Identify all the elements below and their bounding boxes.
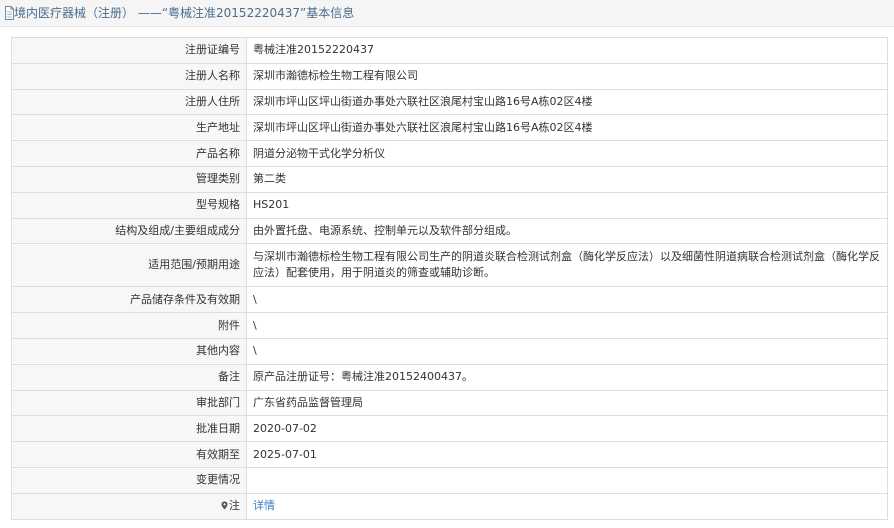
- table-row: 有效期至 2025-07-01: [11, 441, 888, 468]
- row-value: 2020-07-02: [246, 415, 888, 443]
- row-label: 产品名称: [11, 140, 247, 167]
- row-label: 变更情况: [11, 466, 247, 494]
- row-label: 备注: [11, 363, 247, 391]
- table-row: 型号规格 HS201: [11, 191, 888, 219]
- table-row: 审批部门 广东省药品监督管理局: [11, 389, 888, 417]
- row-value: 原产品注册证号：粤械注准20152400437。: [246, 363, 888, 391]
- row-value: 由外置托盘、电源系统、控制单元以及软件部分组成。: [246, 217, 888, 245]
- table-row: 附件 \: [11, 312, 888, 339]
- row-value: 与深圳市瀚德标检生物工程有限公司生产的阴道炎联合检测试剂盒（酶化学反应法）以及细…: [246, 243, 888, 288]
- page-title: 境内医疗器械（注册） ——“粤械注准20152220437”基本信息: [14, 6, 355, 20]
- row-label: 注册人住所: [11, 88, 247, 116]
- row-label: 结构及组成/主要组成成分: [11, 217, 247, 245]
- row-label: 型号规格: [11, 191, 247, 219]
- row-label: 管理类别: [11, 165, 247, 193]
- row-value: 广东省药品监督管理局: [246, 389, 888, 417]
- row-value: 阴道分泌物干式化学分析仪: [246, 140, 888, 167]
- table-row: 结构及组成/主要组成成分 由外置托盘、电源系统、控制单元以及软件部分组成。: [11, 217, 888, 245]
- row-value: 粤械注准20152220437: [246, 37, 888, 64]
- row-label: 生产地址: [11, 114, 247, 142]
- row-label: 批准日期: [11, 415, 247, 443]
- row-label: 审批部门: [11, 389, 247, 417]
- row-value: [246, 466, 888, 494]
- row-value: 2025-07-01: [246, 441, 888, 468]
- info-table: 注册证编号 粤械注准20152220437 注册人名称 深圳市瀚德标检生物工程有…: [11, 37, 888, 520]
- row-label: 适用范围/预期用途: [11, 243, 247, 288]
- pin-icon: [221, 501, 228, 510]
- row-label: 注册证编号: [11, 37, 247, 64]
- table-row: 管理类别 第二类: [11, 165, 888, 193]
- row-label: 有效期至: [11, 441, 247, 468]
- note-label: 注: [229, 499, 240, 513]
- row-value: \: [246, 286, 888, 314]
- info-table-body: 注册证编号 粤械注准20152220437 注册人名称 深圳市瀚德标检生物工程有…: [11, 37, 888, 520]
- table-row: 产品储存条件及有效期 \: [11, 286, 888, 314]
- row-value: HS201: [246, 191, 888, 219]
- row-value: 深圳市瀚德标检生物工程有限公司: [246, 62, 888, 90]
- note-value-cell: 详情: [246, 492, 888, 520]
- row-label: 产品储存条件及有效期: [11, 286, 247, 314]
- table-row: 生产地址 深圳市坪山区坪山街道办事处六联社区浪尾村宝山路16号A栋02区4楼: [11, 114, 888, 142]
- row-label: 其他内容: [11, 337, 247, 365]
- table-row: 产品名称 阴道分泌物干式化学分析仪: [11, 140, 888, 167]
- row-value: \: [246, 337, 888, 365]
- note-label-cell: 注: [11, 492, 247, 520]
- table-row: 注册人名称 深圳市瀚德标检生物工程有限公司: [11, 62, 888, 90]
- table-row: 备注 原产品注册证号：粤械注准20152400437。: [11, 363, 888, 391]
- title-bar: 境内医疗器械（注册） ——“粤械注准20152220437”基本信息: [0, 0, 894, 27]
- note-row: 注 详情: [11, 492, 888, 520]
- table-row: 适用范围/预期用途 与深圳市瀚德标检生物工程有限公司生产的阴道炎联合检测试剂盒（…: [11, 243, 888, 288]
- table-row: 批准日期 2020-07-02: [11, 415, 888, 443]
- row-value: \: [246, 312, 888, 339]
- table-row: 变更情况: [11, 466, 888, 494]
- row-value: 深圳市坪山区坪山街道办事处六联社区浪尾村宝山路16号A栋02区4楼: [246, 88, 888, 116]
- row-label: 附件: [11, 312, 247, 339]
- row-value: 深圳市坪山区坪山街道办事处六联社区浪尾村宝山路16号A栋02区4楼: [246, 114, 888, 142]
- row-value: 第二类: [246, 165, 888, 193]
- table-row: 其他内容 \: [11, 337, 888, 365]
- row-label: 注册人名称: [11, 62, 247, 90]
- table-row: 注册证编号 粤械注准20152220437: [11, 37, 888, 64]
- details-link[interactable]: 详情: [253, 499, 275, 512]
- table-row: 注册人住所 深圳市坪山区坪山街道办事处六联社区浪尾村宝山路16号A栋02区4楼: [11, 88, 888, 116]
